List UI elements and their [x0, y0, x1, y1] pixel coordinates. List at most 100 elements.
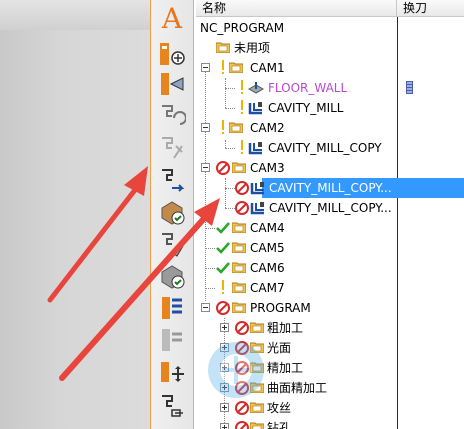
tree-label: CAM1: [250, 61, 285, 75]
expand-icon[interactable]: [220, 423, 229, 429]
tool-view-button[interactable]: [155, 228, 189, 260]
folder-icon: [229, 122, 243, 133]
folder-icon: [250, 342, 264, 353]
warning-exclamation-icon: [222, 120, 224, 134]
tree-label: 粗加工: [267, 321, 304, 335]
tree-row-smooth[interactable]: 光面: [196, 338, 464, 358]
tree-row-tap[interactable]: 攻丝: [196, 398, 464, 418]
folder-icon: [232, 262, 246, 273]
cavity-mill-operation-icon: [248, 142, 262, 155]
create-operation-button[interactable]: [155, 164, 189, 196]
no-entry-status-icon: [235, 341, 249, 355]
folder-icon: [229, 62, 243, 73]
shop-docs-icon: [162, 395, 183, 417]
tree-label: CAVITY_MILL_COPY: [268, 141, 382, 155]
tree-row-unused-items[interactable]: 未用项: [196, 38, 464, 58]
tree-row-cam3[interactable]: CAM3: [196, 158, 464, 178]
expand-icon[interactable]: [220, 403, 229, 412]
program-order-button[interactable]: [155, 324, 189, 356]
create-tool-icon: [161, 73, 184, 95]
folder-icon: [232, 282, 246, 293]
tree-row-program[interactable]: PROGRAM: [196, 298, 464, 318]
tree-row-cam6[interactable]: CAM6: [196, 258, 464, 278]
tree-label: CAM3: [250, 161, 285, 175]
cavity-mill-operation-icon: [250, 182, 264, 195]
create-geometry-button[interactable]: [155, 100, 189, 132]
column-header-name[interactable]: 名称: [196, 0, 397, 17]
tree-row-surface-finish[interactable]: 曲面精加工: [196, 378, 464, 398]
tree-row-cam4[interactable]: CAM4: [196, 218, 464, 238]
create-geometry-icon: [162, 105, 186, 125]
tool-view-icon: [162, 233, 184, 257]
tree-row-cam1[interactable]: CAM1: [196, 58, 464, 78]
no-entry-status-icon: [235, 421, 249, 429]
tree-label: CAM5: [250, 241, 285, 255]
cavity-mill-operation-icon: [250, 202, 264, 215]
no-entry-status-icon: [216, 161, 230, 175]
geometry-view-button[interactable]: [155, 196, 189, 228]
tree-row-finish[interactable]: 精加工: [196, 358, 464, 378]
tree-row-cam5[interactable]: CAM5: [196, 238, 464, 258]
tree-label: 曲面精加工: [267, 381, 328, 395]
tree-label: CAM2: [250, 121, 285, 135]
tree-row-cam2[interactable]: CAM2: [196, 118, 464, 138]
folder-icon: [250, 422, 264, 429]
column-header-tool-change[interactable]: 换刀: [397, 0, 464, 17]
tree-row-floor-wall[interactable]: FLOOR_WALL: [196, 78, 464, 98]
folder-icon: [250, 402, 264, 413]
program-order-icon: [162, 329, 182, 351]
check-status-icon: [216, 242, 230, 254]
tree-row-nc-program[interactable]: NC_PROGRAM: [196, 18, 464, 38]
folder-icon: [232, 162, 246, 173]
no-entry-status-icon: [235, 401, 249, 415]
tree-row-cavity-mill[interactable]: CAVITY_MILL: [196, 98, 464, 118]
folder-icon: [250, 382, 264, 393]
warning-exclamation-icon: [222, 60, 224, 74]
tree-row-cam7[interactable]: CAM7: [196, 278, 464, 298]
collapse-icon[interactable]: [201, 163, 210, 172]
folder-icon: [216, 42, 230, 53]
expand-icon[interactable]: [220, 343, 229, 352]
create-program-button[interactable]: [155, 38, 189, 70]
tree-label: 攻丝: [267, 401, 292, 415]
collapse-icon[interactable]: [201, 63, 210, 72]
operation-button[interactable]: [155, 292, 189, 324]
expand-icon[interactable]: [220, 363, 229, 372]
shop-docs-button[interactable]: [155, 390, 189, 422]
folder-icon: [232, 242, 246, 253]
left-gray-pane: [0, 0, 150, 429]
no-entry-status-icon: [235, 201, 249, 215]
tree-row-cavity-mill-copy-selected[interactable]: CAVITY_MILL_COPY...: [196, 178, 464, 198]
operation-icon: [162, 297, 182, 319]
check-status-icon: [216, 262, 230, 274]
tree-row-rough[interactable]: 粗加工: [196, 318, 464, 338]
text-a-tool-button[interactable]: A: [155, 1, 189, 35]
warning-exclamation-icon: [222, 280, 224, 294]
create-method-button[interactable]: [155, 132, 189, 164]
create-tool-button[interactable]: [155, 68, 189, 100]
vertical-toolbar: A: [150, 0, 194, 429]
text-A-icon: A: [161, 1, 183, 35]
tree-row-drill[interactable]: 钻孔: [196, 418, 464, 429]
no-entry-status-icon: [235, 321, 249, 335]
tree-label: CAM4: [250, 221, 285, 235]
operation-navigator: 名称 换刀 NC_PROGRAM 未用项 CAM1 FLOOR_WALL CAV…: [196, 0, 464, 429]
machine-view-button[interactable]: [155, 260, 189, 292]
floor-wall-operation-icon: [248, 82, 264, 94]
post-process-button[interactable]: [155, 356, 189, 388]
folder-icon: [232, 302, 246, 313]
expand-icon[interactable]: [220, 323, 229, 332]
geometry-view-icon: [161, 201, 185, 225]
collapse-icon[interactable]: [201, 123, 210, 132]
expand-icon[interactable]: [220, 383, 229, 392]
check-status-icon: [216, 222, 230, 234]
no-entry-status-icon: [216, 301, 230, 315]
tree-label: CAM6: [250, 261, 285, 275]
tree-row-cavity-mill-copy[interactable]: CAVITY_MILL_COPY: [196, 138, 464, 158]
machine-view-icon: [161, 265, 185, 289]
tree-label: CAVITY_MILL_COPY...: [269, 181, 392, 195]
tree-row-cavity-mill-copy-2[interactable]: CAVITY_MILL_COPY...: [196, 198, 464, 218]
collapse-icon[interactable]: [201, 303, 210, 312]
folder-icon: [250, 362, 264, 373]
tree-label: CAVITY_MILL: [268, 101, 344, 115]
